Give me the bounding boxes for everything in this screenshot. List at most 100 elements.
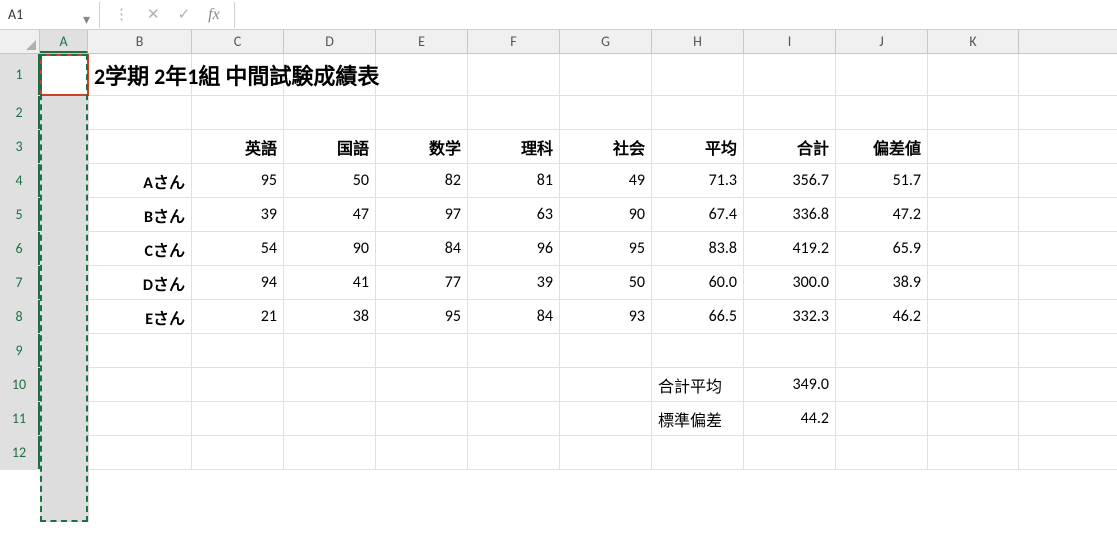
column-header-i[interactable]: I: [744, 30, 836, 53]
cell-f11[interactable]: [468, 402, 560, 435]
cell-e12[interactable]: [376, 436, 468, 469]
column-header-f[interactable]: F: [468, 30, 560, 53]
name-box[interactable]: A1 ▾: [0, 2, 100, 28]
cell-h3-header[interactable]: 平均: [652, 130, 744, 163]
cell-e1[interactable]: [376, 54, 468, 95]
row-header-5[interactable]: 5: [0, 198, 40, 231]
cell-e2[interactable]: [376, 96, 468, 129]
cell-a6[interactable]: [40, 232, 88, 265]
cell-c8[interactable]: 21: [192, 300, 284, 333]
cell-j9[interactable]: [836, 334, 928, 367]
cell-c10[interactable]: [192, 368, 284, 401]
row-header-9[interactable]: 9: [0, 334, 40, 367]
cell-d5[interactable]: 47: [284, 198, 376, 231]
cell-i10-avg-value[interactable]: 349.0: [744, 368, 836, 401]
cell-k5[interactable]: [928, 198, 1019, 231]
row-header-10[interactable]: 10: [0, 368, 40, 401]
row-header-12[interactable]: 12: [0, 436, 40, 469]
cell-g6[interactable]: 95: [560, 232, 652, 265]
cell-k12[interactable]: [928, 436, 1019, 469]
cell-d2[interactable]: [284, 96, 376, 129]
cell-b10[interactable]: [88, 368, 192, 401]
cell-j8[interactable]: 46.2: [836, 300, 928, 333]
cell-a12[interactable]: [40, 436, 88, 469]
cell-k10[interactable]: [928, 368, 1019, 401]
cell-i7[interactable]: 300.0: [744, 266, 836, 299]
cell-i9[interactable]: [744, 334, 836, 367]
cell-g2[interactable]: [560, 96, 652, 129]
cell-i3-header[interactable]: 合計: [744, 130, 836, 163]
cell-j2[interactable]: [836, 96, 928, 129]
cell-i4[interactable]: 356.7: [744, 164, 836, 197]
row-header-2[interactable]: 2: [0, 96, 40, 129]
cell-j1[interactable]: [836, 54, 928, 95]
cell-h10-avg-label[interactable]: 合計平均: [652, 368, 744, 401]
cell-e11[interactable]: [376, 402, 468, 435]
cell-h9[interactable]: [652, 334, 744, 367]
cell-k7[interactable]: [928, 266, 1019, 299]
cell-j5[interactable]: 47.2: [836, 198, 928, 231]
cell-d3-header[interactable]: 国語: [284, 130, 376, 163]
cell-a5[interactable]: [40, 198, 88, 231]
cell-f8[interactable]: 84: [468, 300, 560, 333]
cell-a4[interactable]: [40, 164, 88, 197]
cell-b4-name[interactable]: Aさん: [88, 164, 192, 197]
cell-f7[interactable]: 39: [468, 266, 560, 299]
cell-g12[interactable]: [560, 436, 652, 469]
cell-f2[interactable]: [468, 96, 560, 129]
column-header-a[interactable]: A: [40, 30, 88, 53]
cell-k11[interactable]: [928, 402, 1019, 435]
cell-f6[interactable]: 96: [468, 232, 560, 265]
cell-j7[interactable]: 38.9: [836, 266, 928, 299]
cell-b11[interactable]: [88, 402, 192, 435]
cell-i6[interactable]: 419.2: [744, 232, 836, 265]
cell-f5[interactable]: 63: [468, 198, 560, 231]
column-header-d[interactable]: D: [284, 30, 376, 53]
cell-g1[interactable]: [560, 54, 652, 95]
cell-i11-std-value[interactable]: 44.2: [744, 402, 836, 435]
cell-b9[interactable]: [88, 334, 192, 367]
cell-a10[interactable]: [40, 368, 88, 401]
cell-g10[interactable]: [560, 368, 652, 401]
cell-c6[interactable]: 54: [192, 232, 284, 265]
cell-i5[interactable]: 336.8: [744, 198, 836, 231]
row-header-4[interactable]: 4: [0, 164, 40, 197]
cell-d4[interactable]: 50: [284, 164, 376, 197]
cell-c7[interactable]: 94: [192, 266, 284, 299]
cell-e3-header[interactable]: 数学: [376, 130, 468, 163]
cell-f1[interactable]: [468, 54, 560, 95]
cell-d10[interactable]: [284, 368, 376, 401]
cell-e7[interactable]: 77: [376, 266, 468, 299]
cell-h6[interactable]: 83.8: [652, 232, 744, 265]
cell-b6-name[interactable]: Cさん: [88, 232, 192, 265]
column-header-j[interactable]: J: [836, 30, 928, 53]
cell-d7[interactable]: 41: [284, 266, 376, 299]
cell-e4[interactable]: 82: [376, 164, 468, 197]
cell-h11-std-label[interactable]: 標準偏差: [652, 402, 744, 435]
cell-f3-header[interactable]: 理科: [468, 130, 560, 163]
cell-c9[interactable]: [192, 334, 284, 367]
cell-e10[interactable]: [376, 368, 468, 401]
cell-i2[interactable]: [744, 96, 836, 129]
cell-d11[interactable]: [284, 402, 376, 435]
formula-input[interactable]: [235, 2, 1117, 28]
cell-f4[interactable]: 81: [468, 164, 560, 197]
cell-g5[interactable]: 90: [560, 198, 652, 231]
column-header-k[interactable]: K: [928, 30, 1019, 53]
cell-c11[interactable]: [192, 402, 284, 435]
cell-c3-header[interactable]: 英語: [192, 130, 284, 163]
cell-k4[interactable]: [928, 164, 1019, 197]
cell-k9[interactable]: [928, 334, 1019, 367]
cell-g11[interactable]: [560, 402, 652, 435]
column-header-b[interactable]: B: [88, 30, 192, 53]
cell-c12[interactable]: [192, 436, 284, 469]
cancel-icon[interactable]: ✕: [147, 5, 160, 24]
cell-a1[interactable]: [40, 54, 88, 95]
row-header-8[interactable]: 8: [0, 300, 40, 333]
row-header-6[interactable]: 6: [0, 232, 40, 265]
cell-e8[interactable]: 95: [376, 300, 468, 333]
cell-h7[interactable]: 60.0: [652, 266, 744, 299]
cell-h12[interactable]: [652, 436, 744, 469]
cell-h5[interactable]: 67.4: [652, 198, 744, 231]
cell-b8-name[interactable]: Eさん: [88, 300, 192, 333]
